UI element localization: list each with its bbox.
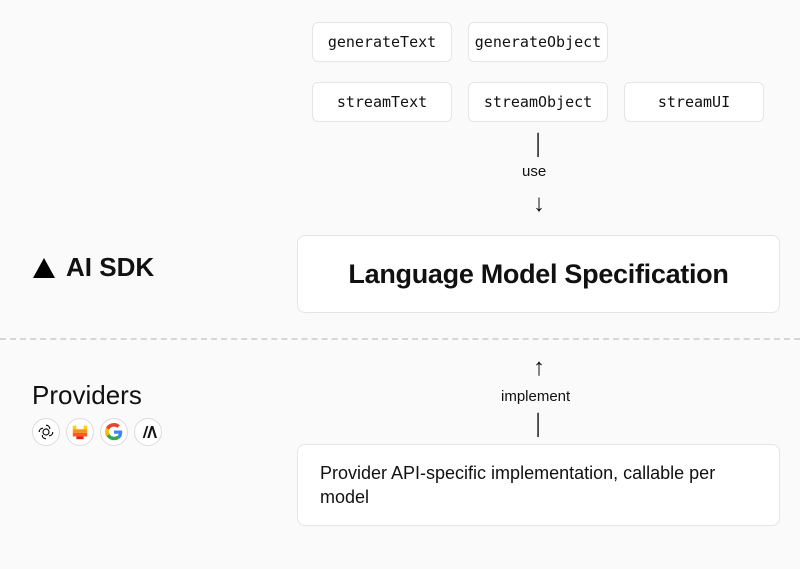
fn-streamText: streamText [312,82,452,122]
fn-streamObject: streamObject [468,82,608,122]
spec-box: Language Model Specification [297,235,780,313]
impl-box: Provider API-specific implementation, ca… [297,444,780,526]
arrow-use-label: use [522,163,546,180]
providers-icon-row [32,418,162,446]
fn-streamUI: streamUI [624,82,764,122]
anthropic-icon [134,418,162,446]
sdk-label-text: AI SDK [66,252,154,283]
section-divider [0,338,800,340]
google-icon [100,418,128,446]
spec-title: Language Model Specification [348,259,728,290]
impl-title: Provider API-specific implementation, ca… [320,463,715,507]
fn-generateObject: generateObject [468,22,608,62]
arrow-use-stem-top: │ [529,134,549,157]
providers-label: Providers [32,380,142,411]
arrow-use-head: ↓ [529,190,549,218]
arrow-implement-head: ↑ [529,354,549,382]
mistral-icon [66,418,94,446]
fn-generateText: generateText [312,22,452,62]
sdk-label: AI SDK [32,252,154,283]
arrow-implement-label: implement [501,388,570,405]
openai-icon [32,418,60,446]
vercel-triangle-icon [32,256,56,280]
arrow-implement-stem-bottom: │ [529,414,549,437]
